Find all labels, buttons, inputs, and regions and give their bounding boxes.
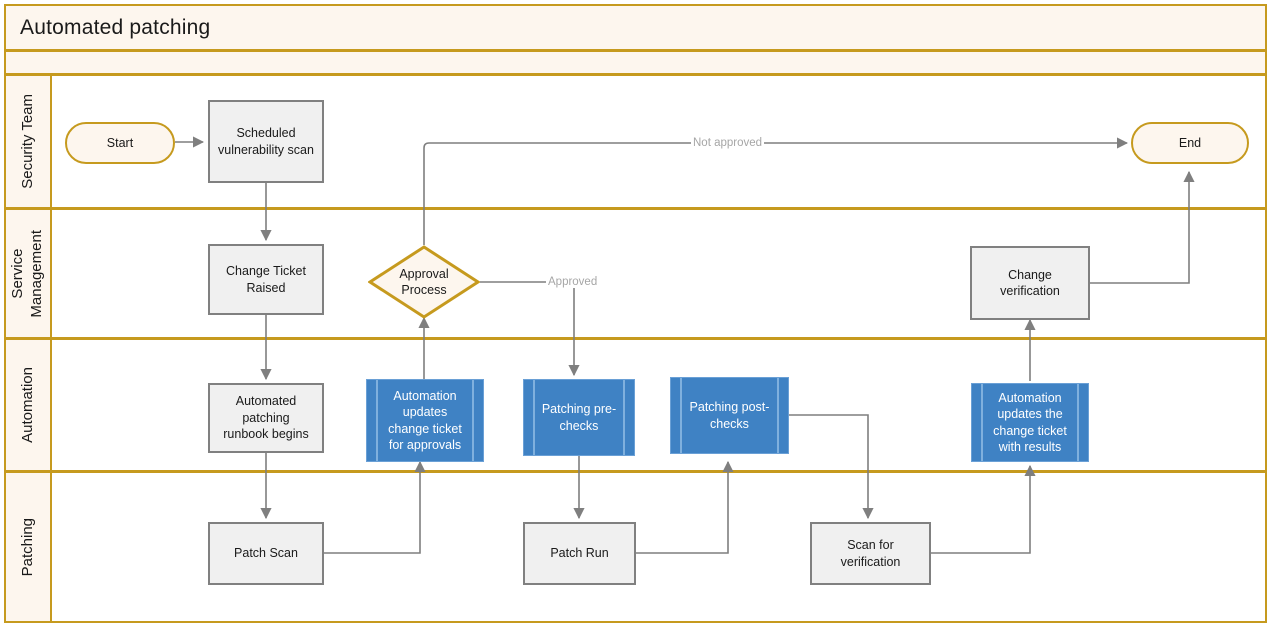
node-scan-for-verification[interactable]: Scan for verification (810, 522, 931, 585)
node-patching-pre-checks[interactable]: Patching pre- checks (523, 379, 635, 456)
edge-label-not-approved: Not approved (691, 137, 765, 149)
node-approval-process[interactable]: Approval Process (368, 245, 480, 319)
node-patch-run[interactable]: Patch Run (523, 522, 636, 585)
node-change-ticket-raised-label: Change Ticket Raised (226, 264, 306, 295)
lane-label-patching: Patching (6, 473, 52, 621)
predefined-process-right-bar (1077, 384, 1079, 461)
node-patching-post-checks-label: Patching post- checks (689, 400, 770, 431)
node-change-verification-label: Change verification (1000, 267, 1060, 299)
node-automation-updates-change-ticket-for-approvals-label: Automation updates change ticket for app… (388, 388, 462, 453)
predefined-process-left-bar (533, 380, 535, 455)
node-automated-patching-runbook-begins[interactable]: Automated patching runbook begins (208, 383, 324, 453)
node-automation-updates-change-ticket-with-results[interactable]: Automation updates the change ticket wit… (971, 383, 1089, 462)
node-scheduled-vulnerability-scan-label: Scheduled vulnerability scan (218, 126, 314, 157)
node-start[interactable]: Start (65, 122, 175, 164)
node-approval-process-label: Approval Process (399, 266, 449, 298)
node-patch-scan[interactable]: Patch Scan (208, 522, 324, 585)
lane-label-automation-text: Automation (18, 367, 36, 443)
node-patching-post-checks[interactable]: Patching post- checks (670, 377, 789, 454)
lane-label-service-management: Service Management (6, 210, 52, 337)
edge-label-approved: Approved (546, 276, 600, 288)
lane-label-service-management-text: Service Management (9, 229, 45, 318)
lane-label-automation: Automation (6, 340, 52, 470)
pool-title-band: Automated patching (4, 4, 1267, 51)
phase-band (4, 50, 1267, 75)
node-end[interactable]: End (1131, 122, 1249, 164)
node-patch-run-label: Patch Run (550, 546, 609, 561)
node-automated-patching-runbook-begins-label: Automated patching runbook begins (223, 394, 309, 442)
predefined-process-right-bar (623, 380, 625, 455)
page-title: Automated patching (20, 16, 211, 39)
node-patch-scan-label: Patch Scan (234, 546, 298, 561)
lane-security-team: Security Team (4, 74, 1267, 209)
node-patching-pre-checks-label: Patching pre- checks (541, 402, 617, 433)
node-end-label: End (1178, 135, 1202, 150)
predefined-process-left-bar (680, 378, 682, 453)
diagram-canvas: Automated patching Security Team Service… (0, 0, 1271, 627)
node-automation-updates-change-ticket-with-results-label: Automation updates the change ticket wit… (993, 390, 1067, 455)
node-scheduled-vulnerability-scan[interactable]: Scheduled vulnerability scan (208, 100, 324, 183)
node-change-ticket-raised[interactable]: Change Ticket Raised (208, 244, 324, 315)
lane-label-security-team: Security Team (6, 76, 52, 207)
node-change-verification[interactable]: Change verification (970, 246, 1090, 320)
node-scan-for-verification-label: Scan for verification (840, 538, 901, 569)
predefined-process-left-bar (981, 384, 983, 461)
predefined-process-right-bar (472, 380, 474, 461)
lane-label-patching-text: Patching (18, 517, 36, 577)
node-start-label: Start (106, 135, 134, 150)
lane-label-security-team-text: Security Team (18, 94, 36, 189)
predefined-process-left-bar (376, 380, 378, 461)
node-automation-updates-change-ticket-for-approvals[interactable]: Automation updates change ticket for app… (366, 379, 484, 462)
predefined-process-right-bar (777, 378, 779, 453)
